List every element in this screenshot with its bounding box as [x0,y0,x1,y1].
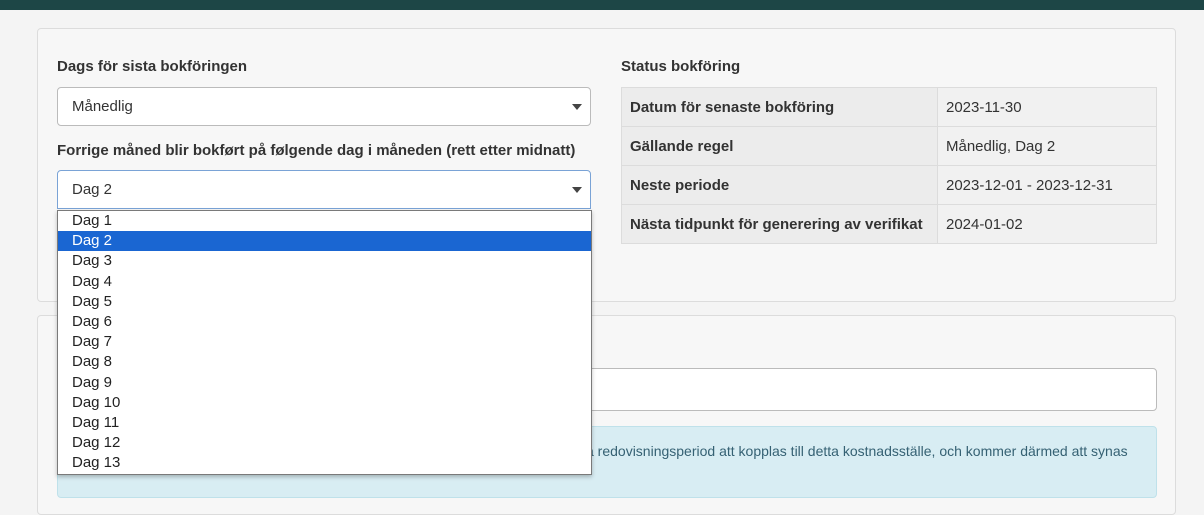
day-label: Forrige måned blir bokført på følgende d… [57,142,576,159]
dropdown-option[interactable]: Dag 3 [58,251,591,271]
table-row: Gällande regel Månedlig, Dag 2 [621,126,1157,166]
status-key: Nästa tidpunkt för generering av verifik… [621,204,938,244]
info-text: a redovisningsperiod att kopplas till de… [586,443,1128,459]
status-value: 2023-11-30 [937,87,1157,127]
dropdown-option[interactable]: Dag 4 [58,272,591,292]
dropdown-option[interactable]: Dag 12 [58,433,591,453]
status-table: Datum för senaste bokföring 2023-11-30 G… [621,87,1157,244]
table-row: Datum för senaste bokföring 2023-11-30 [621,87,1157,127]
status-key: Gällande regel [621,126,938,166]
day-dropdown-list[interactable]: Dag 1 Dag 2 Dag 3 Dag 4 Dag 5 Dag 6 Dag … [57,210,592,475]
day-select[interactable]: Dag 2 [57,170,591,209]
status-key: Datum för senaste bokföring [621,87,938,127]
dropdown-option[interactable]: Dag 10 [58,393,591,413]
day-select-value: Dag 2 [72,181,113,198]
frequency-select-value: Månedlig [72,98,133,115]
dropdown-option-selected[interactable]: Dag 2 [58,231,591,252]
chevron-down-icon [572,187,582,193]
chevron-down-icon [572,104,582,110]
status-key: Neste periode [621,165,938,205]
table-row: Neste periode 2023-12-01 - 2023-12-31 [621,165,1157,205]
top-bar [0,0,1204,10]
dropdown-option[interactable]: Dag 11 [58,413,591,433]
dropdown-option[interactable]: Dag 5 [58,292,591,312]
dropdown-option[interactable]: Dag 6 [58,312,591,332]
status-value: Månedlig, Dag 2 [937,126,1157,166]
status-value: 2023-12-01 - 2023-12-31 [937,165,1157,205]
frequency-select[interactable]: Månedlig [57,87,591,126]
dropdown-option[interactable]: Dag 9 [58,373,591,393]
dropdown-option[interactable]: Dag 1 [58,211,591,231]
dropdown-option[interactable]: Dag 7 [58,332,591,352]
frequency-label: Dags för sista bokföringen [57,58,248,75]
dropdown-option[interactable]: Dag 8 [58,352,591,372]
cost-center-input[interactable] [560,368,1157,411]
status-title: Status bokföring [621,58,741,75]
status-value: 2024-01-02 [937,204,1157,244]
dropdown-option[interactable]: Dag 13 [58,453,591,473]
table-row: Nästa tidpunkt för generering av verifik… [621,204,1157,244]
